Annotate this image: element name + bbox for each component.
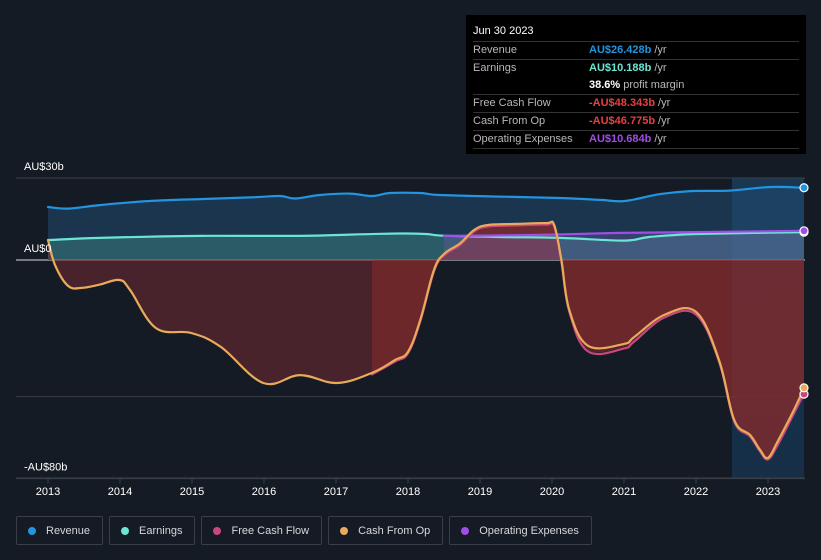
legend-label: Operating Expenses (479, 524, 579, 537)
y-tick-label: AU$30b (24, 161, 64, 173)
x-tick-label: 2020 (540, 486, 564, 498)
tooltip-row-revenue: Revenue AU$26.428b /yr (473, 41, 799, 59)
y-tick-label: -AU$80b (24, 462, 67, 474)
legend-label: Free Cash Flow (231, 524, 310, 537)
x-tick-label: 2013 (36, 486, 60, 498)
tooltip-unit: /yr (654, 133, 667, 145)
tooltip-label: Free Cash Flow (473, 97, 551, 109)
x-tick-label: 2019 (468, 486, 492, 498)
tooltip-label: Earnings (473, 62, 517, 74)
x-axis: 2013 2014 2015 2016 2017 2018 2019 2020 2021 2022… (36, 478, 780, 498)
legend-item-earnings[interactable]: Earnings (109, 516, 196, 545)
tooltip-label: Revenue (473, 44, 518, 56)
x-tick-label: 2015 (180, 486, 204, 498)
tooltip: Jun 30 2023 Revenue AU$26.428b /yr Earni… (466, 15, 806, 154)
legend-item-free-cash-flow[interactable]: Free Cash Flow (201, 516, 323, 545)
legend-label: Cash From Op (358, 524, 431, 537)
tooltip-value: 38.6% (589, 79, 621, 91)
legend-item-cash-from-op[interactable]: Cash From Op (328, 516, 444, 545)
endpoint-cash-from-op (799, 383, 809, 393)
legend: Revenue Earnings Free Cash Flow Cash Fro… (16, 516, 592, 545)
tooltip-label: Operating Expenses (473, 133, 573, 145)
legend-dot-icon (340, 526, 349, 535)
series-areas (48, 186, 804, 459)
endpoint-revenue (799, 183, 809, 193)
legend-dot-icon (28, 526, 36, 535)
tooltip-value: -AU$46.775b (589, 115, 656, 127)
tooltip-unit: /yr (658, 115, 671, 127)
tooltip-unit: /yr (654, 44, 667, 56)
y-tick-label: AU$0 (24, 243, 52, 255)
legend-dot-icon (213, 526, 222, 535)
tooltip-unit: profit margin (623, 79, 685, 91)
x-tick-label: 2016 (252, 486, 276, 498)
legend-dot-icon (121, 526, 130, 535)
legend-dot-icon (461, 526, 470, 535)
legend-item-revenue[interactable]: Revenue (16, 516, 104, 545)
legend-label: Revenue (46, 524, 91, 537)
x-tick-label: 2023 (756, 486, 780, 498)
tooltip-unit: /yr (658, 97, 671, 109)
x-tick-label: 2017 (324, 486, 348, 498)
tooltip-date: Jun 30 2023 (473, 25, 534, 37)
tooltip-row-cfo: Cash From Op -AU$46.775b /yr (473, 112, 799, 130)
tooltip-value: AU$10.188b (589, 62, 652, 74)
tooltip-value: -AU$48.343b (589, 97, 656, 109)
x-tick-label: 2021 (612, 486, 636, 498)
tooltip-row-opex: Operating Expenses AU$10.684b /yr (473, 130, 799, 149)
tooltip-label (473, 77, 589, 94)
endpoint-operating-expenses (799, 226, 809, 236)
tooltip-unit: /yr (654, 62, 667, 74)
tooltip-row-margin: 38.6% profit margin (473, 77, 799, 94)
tooltip-row-earnings: Earnings AU$10.188b /yr (473, 59, 799, 77)
x-tick-label: 2018 (396, 486, 420, 498)
tooltip-value: AU$10.684b (589, 133, 652, 145)
tooltip-label: Cash From Op (473, 115, 546, 127)
x-tick-label: 2014 (108, 486, 132, 498)
tooltip-value: AU$26.428b (589, 44, 652, 56)
tooltip-row-fcf: Free Cash Flow -AU$48.343b /yr (473, 94, 799, 112)
legend-label: Earnings (139, 524, 183, 537)
legend-item-operating-expenses[interactable]: Operating Expenses (449, 516, 592, 545)
x-tick-label: 2022 (684, 486, 708, 498)
